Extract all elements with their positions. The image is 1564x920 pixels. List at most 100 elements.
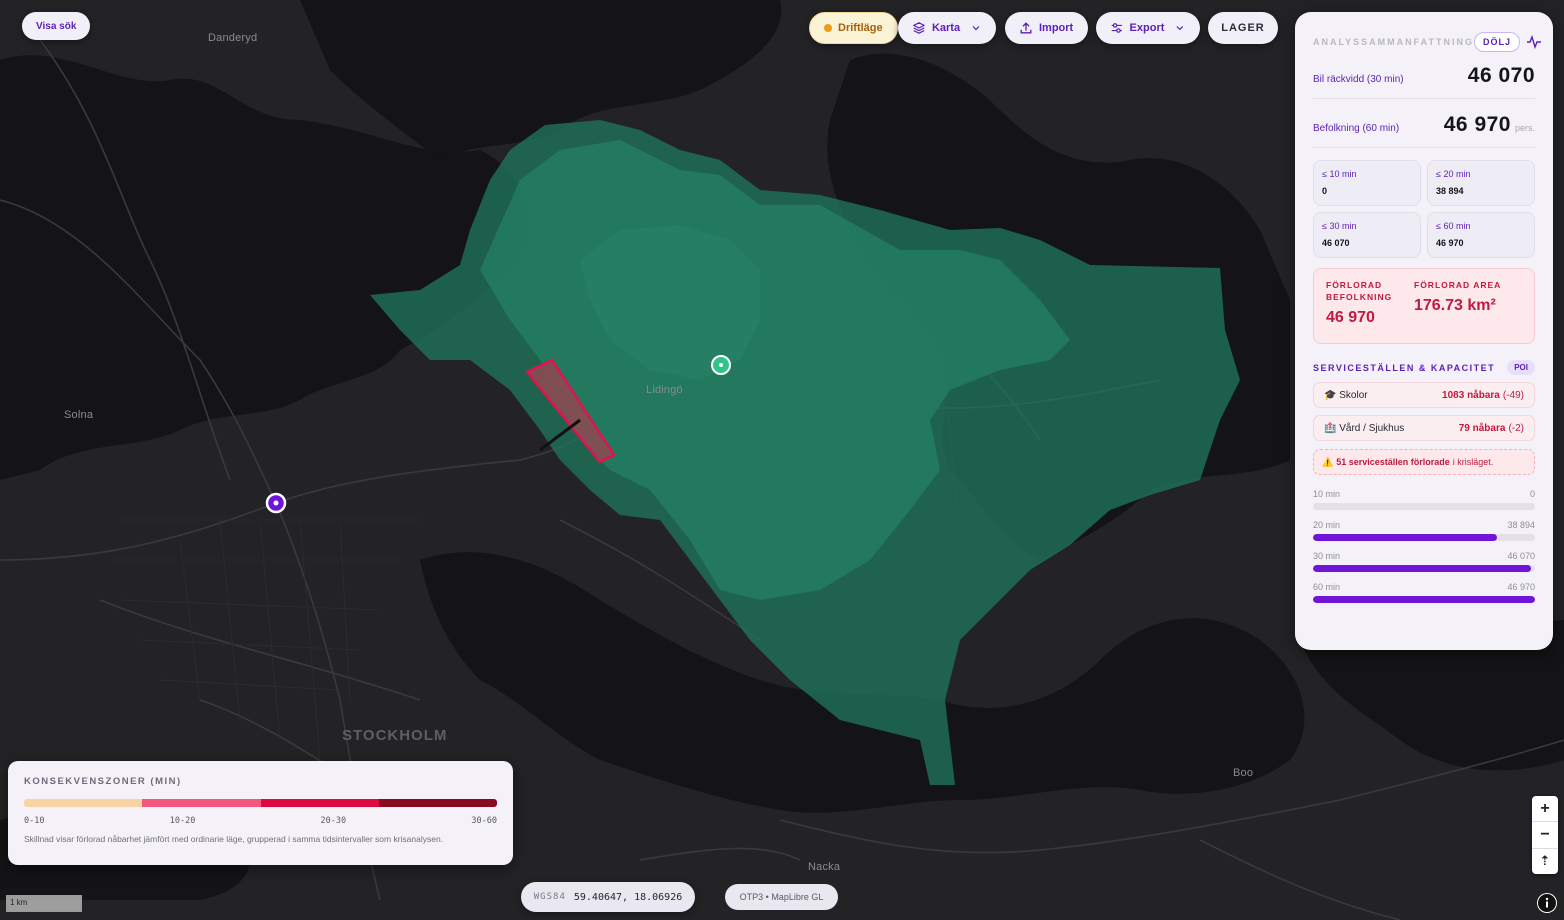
- legend-tick: 30-60: [471, 816, 497, 826]
- layers-button[interactable]: LAGER: [1208, 12, 1278, 44]
- zoom-controls: + − ⇡: [1532, 796, 1558, 874]
- destination-marker[interactable]: [265, 492, 287, 514]
- lost-area-value: 176.73 km²: [1414, 297, 1496, 314]
- legend-swatch: [24, 799, 143, 807]
- graduation-cap-icon: 🎓: [1324, 389, 1337, 401]
- time-band-cell: ≤ 60 min 46 970: [1427, 212, 1535, 258]
- reach-bar-label: 20 min: [1313, 520, 1341, 530]
- map-style-label: Karta: [931, 22, 961, 34]
- legend-swatch: [260, 799, 379, 807]
- reach-bar-label: 60 min: [1313, 582, 1341, 592]
- panel-title: ANALYSSAMMANFATTNING: [1313, 37, 1474, 47]
- service-row-schools[interactable]: 🎓 Skolor 1083 nåbara (-49): [1313, 382, 1535, 408]
- population-unit: pers.: [1514, 123, 1535, 133]
- origin-marker[interactable]: [711, 355, 731, 375]
- map-label-stockholm: STOCKHOLM: [342, 727, 448, 744]
- legend-tick: 0-10: [24, 816, 45, 826]
- reach-bar-fill: [1313, 565, 1531, 572]
- time-band-value: 38 894: [1436, 186, 1464, 196]
- poi-toggle[interactable]: POI: [1507, 360, 1535, 375]
- analysis-summary-panel: ANALYSSAMMANFATTNING DÖLJ Bil räckvidd (…: [1295, 12, 1553, 650]
- map-label-solna: Solna: [64, 409, 94, 421]
- time-band-value: 0: [1322, 186, 1328, 196]
- time-band-label: ≤ 30 min: [1322, 221, 1357, 231]
- time-band-value: 46 070: [1322, 238, 1350, 248]
- coordinates-value: 59.40647, 18.06926: [573, 891, 683, 903]
- reset-north-button[interactable]: ⇡: [1532, 849, 1558, 874]
- upload-icon: [1020, 22, 1032, 34]
- time-band-cell: ≤ 20 min 38 894: [1427, 160, 1535, 206]
- service-row-healthcare[interactable]: 🏥 Vård / Sjukhus 79 nåbara (-2): [1313, 415, 1535, 441]
- legend-tick: 10-20: [169, 816, 196, 826]
- services-title: SERVICESTÄLLEN & KAPACITET: [1313, 362, 1496, 373]
- activity-icon[interactable]: [1526, 34, 1542, 50]
- lost-summary-box: FÖRLORAD BEFOLKNING 46 970 FÖRLORAD AREA …: [1313, 268, 1535, 344]
- scale-bar: 1 km: [6, 895, 82, 912]
- lost-area-label: FÖRLORAD AREA: [1414, 280, 1502, 290]
- status-dot-icon: [824, 24, 832, 32]
- chevron-down-icon: [972, 26, 980, 31]
- info-icon[interactable]: [1537, 893, 1557, 913]
- operation-mode-button[interactable]: Driftläge: [809, 12, 898, 44]
- warning-icon: ⚠️: [1322, 456, 1334, 467]
- service-name: Skolor: [1339, 389, 1368, 401]
- time-band-cell: ≤ 10 min 0: [1313, 160, 1421, 206]
- show-search-button[interactable]: Visa sök: [22, 12, 91, 40]
- legend-ticks: 0-10 10-20 20-30 30-60: [24, 816, 497, 826]
- time-band-value: 46 970: [1436, 238, 1464, 248]
- service-reach: 1083 nåbara: [1442, 389, 1500, 401]
- import-label: Import: [1039, 22, 1074, 34]
- reach-bar-value: 46 070: [1507, 551, 1535, 561]
- operation-mode-label: Driftläge: [838, 22, 883, 34]
- lost-population-label: FÖRLORAD BEFOLKNING: [1326, 280, 1393, 302]
- crs-label: WGS84: [533, 892, 566, 902]
- service-delta: (-49): [1502, 389, 1524, 401]
- lost-population-value: 46 970: [1326, 309, 1375, 326]
- reach-bar: 60 min 46 970: [1313, 582, 1535, 603]
- legend-note: Skillnad visar förlorad nåbarhet jämfört…: [24, 834, 444, 844]
- zoom-in-button[interactable]: +: [1532, 796, 1558, 823]
- car-reach-value: 46 070: [1467, 64, 1535, 87]
- population-label: Befolkning (60 min): [1313, 123, 1400, 134]
- reach-bar-label: 30 min: [1313, 551, 1341, 561]
- reach-bar-value: 38 894: [1507, 520, 1535, 530]
- chevron-down-icon: [1176, 26, 1184, 31]
- time-band-label: ≤ 20 min: [1436, 169, 1471, 179]
- legend-color-scale: [24, 799, 497, 807]
- consequence-zones-legend: KONSEKVENSZONER (MIN) 0-10 10-20 20-30 3…: [8, 761, 513, 865]
- time-band-cell: ≤ 30 min 46 070: [1313, 212, 1421, 258]
- population-value: 46 970: [1443, 113, 1511, 136]
- reach-bar-fill: [1313, 534, 1498, 541]
- reach-bars: 10 min 0 20 min 38 894 30 min 46 070 60 min…: [1313, 489, 1535, 603]
- time-band-label: ≤ 10 min: [1322, 169, 1357, 179]
- map-label-boo: Boo: [1233, 767, 1254, 779]
- legend-swatch: [378, 799, 497, 807]
- car-reach-row: Bil räckvidd (30 min) 46 070: [1313, 60, 1535, 99]
- reach-bar-label: 10 min: [1313, 489, 1341, 499]
- legend-swatch: [142, 799, 261, 807]
- hide-panel-button[interactable]: DÖLJ: [1474, 32, 1521, 52]
- hospital-icon: 🏥: [1324, 422, 1337, 434]
- legend-tick: 20-30: [320, 816, 347, 826]
- export-label: Export: [1129, 22, 1165, 34]
- lost-services-warning: ⚠️ 51 serviceställen förlorade i krisläg…: [1313, 449, 1535, 475]
- export-dropdown[interactable]: Export: [1096, 12, 1200, 44]
- map-style-dropdown[interactable]: Karta: [898, 12, 996, 44]
- legend-title: KONSEKVENSZONER (MIN): [24, 776, 182, 787]
- warning-text: i krisläget.: [1452, 457, 1494, 467]
- map-label-danderyd: Danderyd: [208, 32, 258, 44]
- reach-bar-value: 0: [1529, 489, 1535, 499]
- attribution-badge[interactable]: OTP3 • MapLibre GL: [725, 884, 838, 910]
- coordinate-readout: WGS84 59.40647, 18.06926: [521, 882, 695, 912]
- import-button[interactable]: Import: [1005, 12, 1088, 44]
- service-delta: (-2): [1508, 422, 1524, 434]
- layers-icon: [913, 22, 925, 34]
- reach-bar: 30 min 46 070: [1313, 551, 1535, 572]
- service-name: Vård / Sjukhus: [1339, 422, 1405, 434]
- service-reach: 79 nåbara: [1458, 422, 1506, 434]
- population-row: Befolkning (60 min) 46 970 pers.: [1313, 109, 1535, 148]
- zoom-out-button[interactable]: −: [1532, 822, 1558, 849]
- reach-bar-value: 46 970: [1507, 582, 1535, 592]
- car-reach-label: Bil räckvidd (30 min): [1313, 74, 1404, 85]
- time-band-grid: ≤ 10 min 0 ≤ 20 min 38 894 ≤ 30 min 46 070 …: [1313, 160, 1535, 258]
